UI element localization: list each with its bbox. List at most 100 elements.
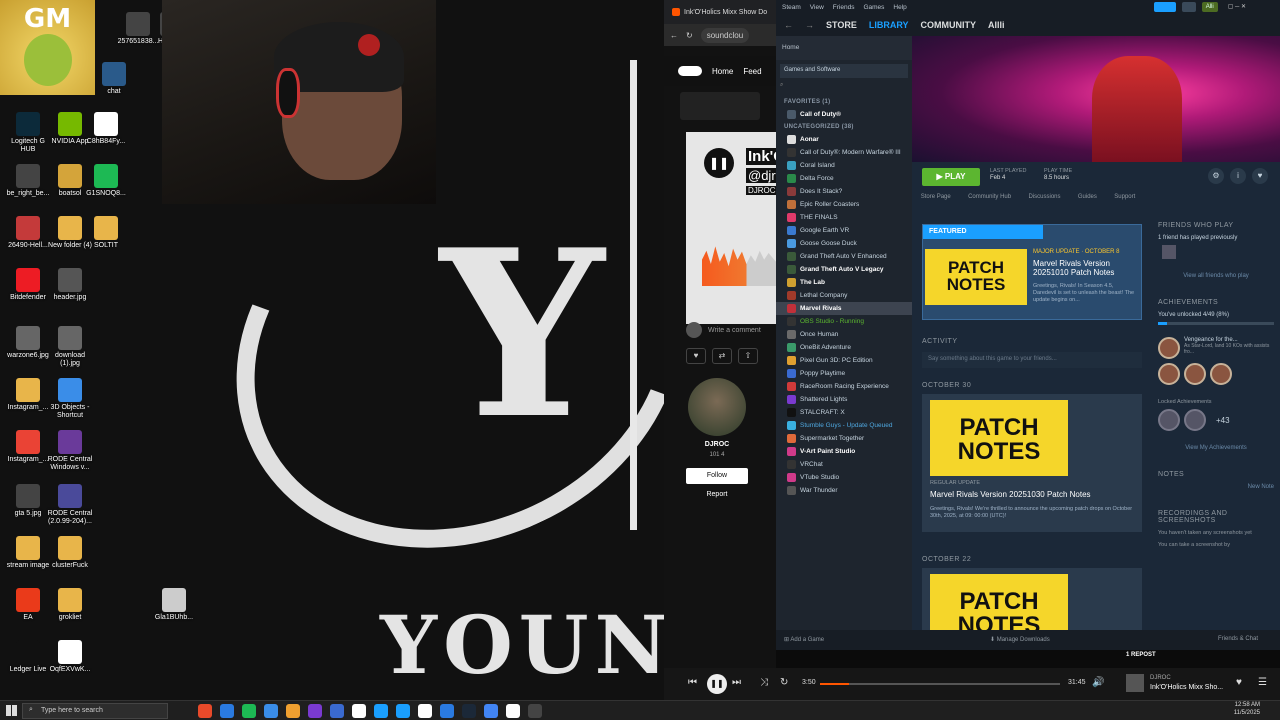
library-game-item[interactable]: Delta Force (776, 172, 912, 185)
taskbar-app-icon[interactable] (330, 704, 344, 718)
library-game-item[interactable]: Epic Roller Coasters (776, 198, 912, 211)
desktop-icon[interactable]: grokliet (46, 588, 94, 622)
notifications-icon[interactable] (1181, 2, 1196, 12)
artist-avatar[interactable] (688, 378, 746, 436)
library-search[interactable]: ⌕ (780, 82, 908, 96)
manage-downloads-button[interactable]: ⬇ Manage Downloads (990, 636, 1050, 643)
artist-name[interactable]: DJROC (686, 441, 748, 448)
library-game-item[interactable]: Supermarket Together (776, 432, 912, 445)
report-button[interactable]: Report (686, 491, 748, 498)
desktop-icon[interactable]: header.jpg (46, 268, 94, 302)
gear-icon[interactable]: ⚙ (1208, 168, 1224, 184)
library-game-item[interactable]: Goose Goose Duck (776, 237, 912, 250)
tab-profile[interactable]: Allli (988, 20, 1005, 30)
library-home-link[interactable]: Home (776, 36, 912, 60)
taskbar-app-icon[interactable] (462, 704, 476, 718)
window-controls[interactable]: ▢ ─ ✕ (1224, 2, 1250, 12)
desktop-icon[interactable]: download (1).jpg (46, 326, 94, 368)
desktop-icon[interactable]: stream image (4, 536, 52, 570)
library-game-item[interactable]: VTube Studio (776, 471, 912, 484)
library-game-item[interactable]: War Thunder (776, 484, 912, 497)
like-icon[interactable]: ♥ (686, 348, 706, 364)
next-icon[interactable]: ⏭ (732, 677, 741, 688)
taskbar-app-icon[interactable] (418, 704, 432, 718)
locked-achievement-icon[interactable] (1158, 409, 1180, 431)
support-link[interactable]: Support (1114, 194, 1135, 208)
locked-achievements-more[interactable]: +43 (1216, 416, 1230, 425)
desktop-icon[interactable]: 3D Objects - Shortcut (46, 378, 94, 420)
activity-input[interactable]: Say something about this game to your fr… (922, 352, 1142, 368)
pause-button[interactable]: ❚❚ (707, 674, 727, 694)
taskbar-app-icon[interactable] (484, 704, 498, 718)
new-note-button[interactable]: New Note (1158, 484, 1274, 490)
news-card[interactable]: PATCH NOTES REGULAR UPDATE Marvel Rivals… (922, 394, 1142, 532)
track-pause-button[interactable]: ❚❚ (704, 148, 734, 178)
taskbar-app-icon[interactable] (264, 704, 278, 718)
shuffle-icon[interactable]: ⤨ (760, 677, 768, 688)
desktop-icon[interactable]: warzone6.jpg (4, 326, 52, 360)
library-game-item[interactable]: Does It Stack? (776, 185, 912, 198)
track-waveform[interactable] (702, 246, 776, 286)
taskbar-app-icon[interactable] (440, 704, 454, 718)
library-game-item[interactable]: Coral Island (776, 159, 912, 172)
menu-steam[interactable]: Steam (782, 4, 801, 11)
desktop-icon[interactable]: SOLTIT (82, 216, 130, 250)
library-game-item[interactable]: Call of Duty® (776, 108, 912, 121)
volume-icon[interactable]: 🔊 (1092, 677, 1104, 688)
desktop-icon[interactable]: RODE Central (2.0.99-204)... (46, 484, 94, 526)
library-game-item[interactable]: Stumble Guys - Update Queued (776, 419, 912, 432)
previous-icon[interactable]: ⏮ (688, 677, 697, 688)
menu-view[interactable]: View (810, 4, 824, 11)
library-game-item[interactable]: Pixel Gun 3D: PC Edition (776, 354, 912, 367)
community-hub-link[interactable]: Community Hub (968, 194, 1011, 208)
library-game-item[interactable]: OBS Studio - Running (776, 315, 912, 328)
library-game-item[interactable]: V-Art Paint Studio (776, 445, 912, 458)
soundcloud-logo-icon[interactable] (678, 66, 702, 76)
achievements-link[interactable]: View My Achievements (1158, 445, 1274, 451)
desktop-icon[interactable]: Instagram_... (4, 430, 52, 464)
desktop-icon[interactable]: gta 5.jpg (4, 484, 52, 518)
tab-community[interactable]: COMMUNITY (921, 20, 977, 30)
desktop-icon[interactable]: RODE Central Windows v... (46, 430, 94, 472)
address-bar[interactable]: soundclou (700, 27, 750, 43)
library-game-item[interactable]: Grand Theft Auto V Enhanced (776, 250, 912, 263)
desktop-icon[interactable]: Instagram_... (4, 378, 52, 412)
library-game-item[interactable]: Call of Duty®: Modern Warfare® III (776, 146, 912, 159)
now-playing-artwork[interactable] (1126, 674, 1144, 692)
tab-store[interactable]: STORE (826, 20, 857, 30)
library-game-item[interactable]: Grand Theft Auto V Legacy (776, 263, 912, 276)
store-page-link[interactable]: Store Page (921, 194, 951, 208)
account-menu[interactable]: Alli (1201, 2, 1218, 12)
desktop-icon[interactable]: EA (4, 588, 52, 622)
taskbar-app-icon[interactable] (506, 704, 520, 718)
friends-chat-button[interactable]: Friends & Chat (1218, 636, 1258, 642)
library-game-item[interactable]: THE FINALS (776, 211, 912, 224)
library-game-item[interactable]: RaceRoom Racing Experience (776, 380, 912, 393)
discussions-link[interactable]: Discussions (1028, 194, 1060, 208)
comment-input[interactable]: Write a comment (708, 327, 761, 334)
library-game-item[interactable]: Marvel Rivals (776, 302, 912, 315)
favorite-heart-icon[interactable]: ♥ (1252, 168, 1268, 184)
taskbar-app-icon[interactable] (528, 704, 542, 718)
menu-help[interactable]: Help (893, 4, 906, 11)
nav-feed[interactable]: Feed (743, 67, 761, 76)
taskbar-app-icon[interactable] (374, 704, 388, 718)
library-game-item[interactable]: Google Earth VR (776, 224, 912, 237)
track-handle[interactable]: @djro (746, 168, 776, 183)
featured-achievement[interactable]: Vengeance for the... As Star-Lord, land … (1158, 337, 1274, 359)
tab-library[interactable]: LIBRARY (869, 20, 909, 30)
browser-tab[interactable]: Ink'O'Holics Mixx Show Do (664, 0, 776, 24)
desktop-icon[interactable]: G1SNOQ8... (82, 164, 130, 198)
taskbar-app-icon[interactable] (396, 704, 410, 718)
desktop-icon[interactable]: chat (90, 62, 138, 96)
now-playing-artist[interactable]: DJROC (1150, 675, 1171, 681)
library-filter-select[interactable]: Games and Software (780, 64, 908, 78)
favorites-header[interactable]: FAVORITES (1) (776, 96, 912, 108)
like-icon[interactable]: ♥ (1236, 677, 1242, 688)
back-icon[interactable]: ← (670, 31, 678, 40)
taskbar-search-input[interactable]: ⌕ Type here to search (22, 703, 168, 719)
back-icon[interactable]: ← (784, 20, 793, 30)
achievement-icon[interactable] (1210, 363, 1232, 385)
queue-icon[interactable]: ☰ (1258, 677, 1267, 688)
library-game-item[interactable]: Once Human (776, 328, 912, 341)
